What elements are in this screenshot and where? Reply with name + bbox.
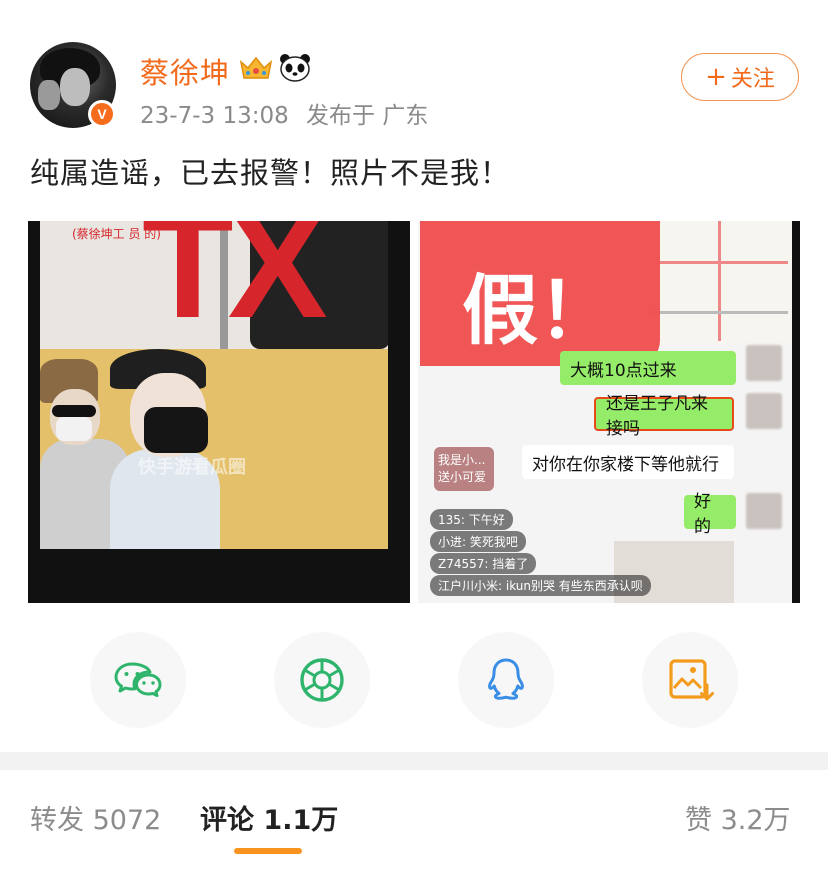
save-image-icon [669,659,714,701]
tab-repost-count: 5072 [92,805,162,836]
tab-like-label: 赞 [685,805,712,836]
verified-badge-icon: V [88,100,116,128]
image2-bubble: 还是王子凡来接吗 [594,394,734,439]
post-timestamp: 23-7-3 13:08 [140,103,289,129]
image2-right-border [792,221,800,603]
image1-photo [40,349,388,549]
tab-comment[interactable]: 评论 1.1万 [200,798,338,837]
post-text: 纯属造谣，已去报警！照片不是我！ [30,156,511,190]
share-qq-button[interactable] [458,632,554,728]
image1-left-border [28,221,40,603]
image1-caption: (蔡徐坤工 员 的) [72,227,161,241]
qq-icon [488,658,524,700]
live-comment: Z74557: 挡着了 [430,553,537,574]
image2-chat-avatar [746,393,782,429]
image1-bottom-bar [40,549,388,603]
image1-glasses [52,405,96,417]
image2-map-road [718,221,721,341]
tab-like-count: 3.2万 [720,805,791,836]
share-wechat-button[interactable] [90,632,186,728]
share-row [0,632,828,728]
image2-bubble: 对你在你家楼下等他就行 [522,445,734,479]
tab-repost[interactable]: 转发 5072 [30,798,161,837]
active-tab-underline [234,848,302,854]
image2-hint-line: 我是小... [438,453,486,467]
username[interactable]: 蔡徐坤 [140,50,230,92]
follow-button[interactable]: + 关注 [681,53,799,101]
image2-bubble: 好的 [684,492,736,537]
tab-like[interactable]: 赞 3.2万 [685,798,791,837]
image2-bubble: 大概10点过来 [560,351,736,385]
avatar-hand [38,80,60,110]
image1-mask-left [56,417,92,441]
live-comment: 江户川小米: ikun别哭 有些东西承认呗 [430,575,651,596]
image2-gift-hint: 我是小... 送小可爱 [434,447,494,491]
image1-right-border [388,221,410,603]
image2-map-road [648,311,788,314]
crown-icon [239,56,273,79]
image1-watermark: 快手游看瓜圈 [138,457,246,478]
image1-overlay-text: TX [142,221,328,349]
share-moments-button[interactable] [274,632,370,728]
panda-icon [280,54,310,82]
post-location: 发布于 广东 [306,103,429,129]
image2-map-road [658,261,788,264]
live-comment: 135: 下午好 [430,509,513,530]
wechat-icon [114,662,162,698]
moments-icon [300,658,344,702]
image2-chat-avatar [746,345,782,381]
image2-map [638,221,792,345]
live-comment: 小进: 笑死我吧 [430,531,526,552]
post-header: V 蔡徐坤 23-7-3 13:08 发布于 广东 + 关注 [0,0,828,140]
image2-overlay-text: 假！ [462,266,614,355]
image2-chat-avatar [746,493,782,529]
section-divider [0,752,828,770]
post-image-1[interactable]: TX (蔡徐坤工 员 的) 快手游看瓜圈 [28,221,410,603]
save-image-button[interactable] [642,632,738,728]
avatar-face [60,68,90,106]
post-image-2[interactable]: 假！ 大概10点过来 还是王子凡来接吗 对你在你家楼下等他就行 我是小... 送… [418,221,800,603]
plus-icon: + [705,62,727,92]
tab-comment-label: 评论 [200,805,254,836]
interaction-tabs: 转发 5072 评论 1.1万 赞 3.2万 [0,770,828,873]
follow-label: 关注 [730,67,775,92]
image1-mask-right [144,407,208,453]
image2-hint-line: 送小可爱 [438,470,487,484]
tab-repost-label: 转发 [30,805,84,836]
tab-comment-count: 1.1万 [263,805,339,836]
post-meta: 23-7-3 13:08 发布于 广东 [140,96,428,130]
